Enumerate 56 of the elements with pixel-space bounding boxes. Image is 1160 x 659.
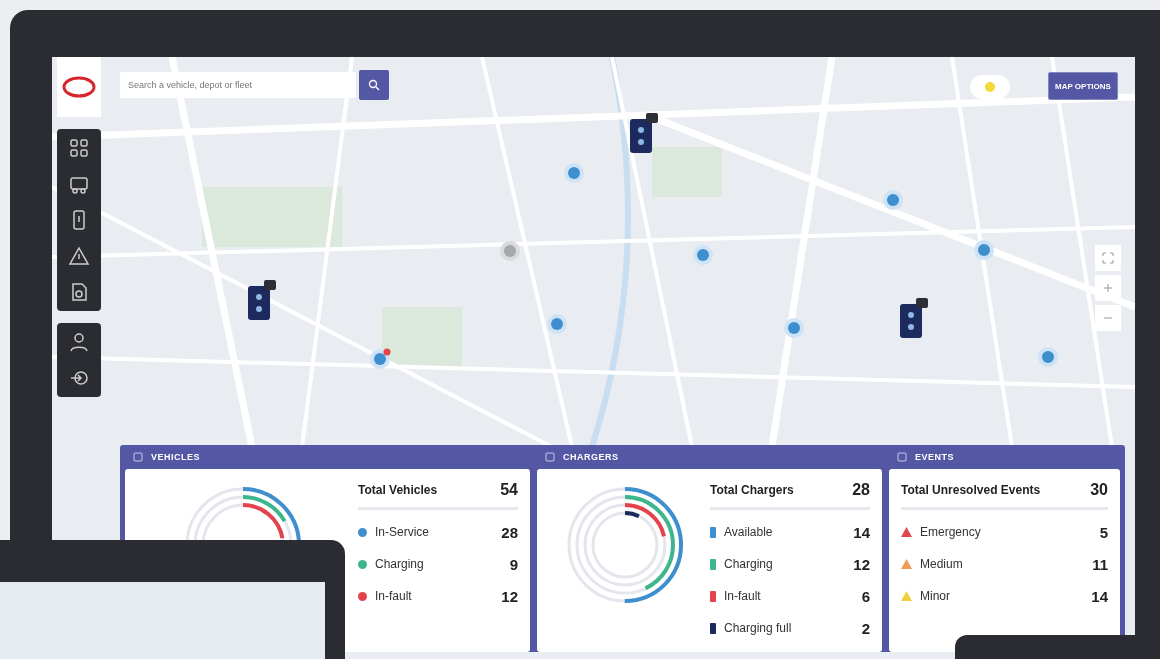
expand-icon <box>1102 252 1114 264</box>
legend-count: 5 <box>1099 523 1108 541</box>
charger-pin-icon[interactable] <box>783 317 805 339</box>
total-count: 28 <box>852 481 870 499</box>
charger-pin-icon[interactable] <box>546 313 568 335</box>
panel-icon <box>133 452 143 462</box>
vehicle-marker-icon[interactable] <box>629 113 659 153</box>
legend-count: 2 <box>861 619 870 637</box>
panel-title: EVENTS <box>915 452 954 462</box>
charger-pin-icon[interactable] <box>973 239 995 261</box>
legend-count: 14 <box>1091 587 1108 605</box>
vehicle-marker-icon[interactable] <box>899 298 929 338</box>
legend-label: Charging <box>724 557 774 571</box>
legend-count: 11 <box>1092 555 1108 573</box>
legend-count: 9 <box>509 555 518 573</box>
legend-count: 14 <box>853 523 870 541</box>
vehicle-marker-icon[interactable] <box>247 280 277 320</box>
total-label: Total Unresolved Events <box>901 483 1041 497</box>
legend-label: In-Service <box>375 525 431 539</box>
total-count: 54 <box>500 481 518 499</box>
legend-label: In-fault <box>724 589 762 603</box>
plus-icon <box>1103 283 1113 293</box>
legend-count: 6 <box>861 587 870 605</box>
total-label: Total Chargers <box>710 483 794 497</box>
legend-count: 28 <box>501 523 518 541</box>
legend-count: 12 <box>501 587 518 605</box>
legend-label: In-fault <box>375 589 413 603</box>
legend-label: Charging <box>375 557 425 571</box>
legend-label: Minor <box>920 589 951 603</box>
charger-pin-icon[interactable] <box>692 244 714 266</box>
search-button[interactable] <box>359 70 389 100</box>
search-icon <box>368 79 380 91</box>
user-icon[interactable] <box>68 331 90 353</box>
brand-logo-icon <box>62 76 96 98</box>
legend-label: Emergency <box>920 525 982 539</box>
park-area <box>652 147 722 197</box>
panel-icon <box>897 452 907 462</box>
legend-label: Available <box>724 525 774 539</box>
charger-pin-icon[interactable] <box>369 348 391 370</box>
charger-pin-icon[interactable] <box>563 162 585 184</box>
total-count: 30 <box>1090 481 1108 499</box>
search-field[interactable]: Search a vehicle, depot or fleet <box>120 72 356 98</box>
charger-pin-icon[interactable] <box>1037 346 1059 368</box>
panel-title: CHARGERS <box>563 452 619 462</box>
legend-label: Charging full <box>724 621 793 635</box>
sun-icon <box>984 81 996 93</box>
legend-count: 12 <box>853 555 870 573</box>
legend-label: Medium <box>920 557 964 571</box>
map-options-button[interactable]: MAP OPTIONS <box>1048 72 1118 100</box>
panel-title: VEHICLES <box>151 452 200 462</box>
total-label: Total Vehicles <box>358 483 438 497</box>
panel-icon <box>545 452 555 462</box>
charger-pin-icon[interactable] <box>499 240 521 262</box>
charger-pin-icon[interactable] <box>882 189 904 211</box>
dashboard-icon[interactable] <box>68 137 90 159</box>
warning-icon[interactable] <box>68 245 90 267</box>
